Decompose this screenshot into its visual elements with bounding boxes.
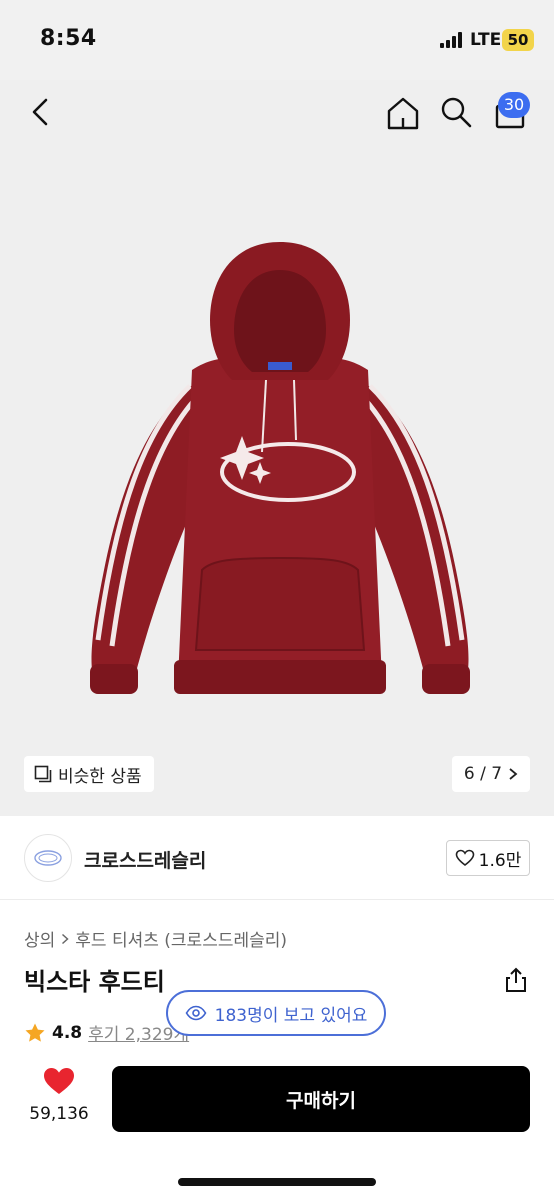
- rating-row: 4.8 후기 2,329개: [24, 1020, 189, 1045]
- brand-logo[interactable]: [24, 834, 72, 882]
- brand-name[interactable]: 크로스드레슬리: [84, 846, 206, 873]
- status-time: 8:54: [40, 26, 97, 51]
- brand-row[interactable]: 크로스드레슬리 1.6만: [0, 816, 554, 900]
- breadcrumb: 상의 후드 티셔츠 (크로스드레슬리): [24, 926, 287, 951]
- similar-products-label: 비슷한 상품: [58, 766, 142, 787]
- gallery-page-indicator[interactable]: 6 / 7: [452, 756, 530, 792]
- status-bar: 8:54 LTE 50: [0, 0, 554, 80]
- home-indicator: [178, 1178, 376, 1186]
- product-image: [90, 242, 470, 694]
- rating-value: 4.8: [52, 1022, 83, 1043]
- breadcrumb-category[interactable]: 상의: [24, 926, 55, 951]
- brand-logo-mark: [34, 850, 62, 866]
- cellular-signal-icon: [440, 32, 462, 48]
- breadcrumb-subcategory[interactable]: 후드 티셔츠 (크로스드레슬리): [75, 926, 287, 951]
- cart-count-badge: 30: [498, 92, 530, 118]
- home-icon[interactable]: [384, 94, 422, 132]
- star-icon: [25, 1023, 45, 1042]
- buy-button[interactable]: 구매하기: [112, 1066, 530, 1132]
- live-viewers-badge: 183명이 보고 있어요: [166, 990, 386, 1036]
- product-title: 빅스타 후드티: [24, 968, 165, 996]
- heart-filled-icon: [44, 1068, 74, 1094]
- back-icon[interactable]: [24, 94, 60, 130]
- battery-indicator: 50: [502, 29, 534, 51]
- chevron-right-icon: [509, 768, 518, 780]
- heart-outline-icon: [455, 849, 474, 867]
- live-viewers-text: 183명이 보고 있어요: [214, 1005, 368, 1026]
- search-icon[interactable]: [438, 94, 474, 130]
- eye-icon: [185, 1005, 207, 1021]
- similar-products-button[interactable]: 비슷한 상품: [24, 756, 154, 792]
- brand-like-button[interactable]: 1.6만: [446, 840, 530, 876]
- wishlist-button[interactable]: 59,136: [24, 1066, 94, 1124]
- page-indicator-text: 6 / 7: [463, 764, 503, 784]
- chevron-right-icon: [62, 933, 69, 944]
- brand-like-count: 1.6만: [478, 850, 522, 871]
- share-icon[interactable]: [502, 966, 530, 994]
- copy-icon: [34, 765, 52, 783]
- product-gallery[interactable]: 30 비슷한 상품 6 / 7: [0, 80, 554, 816]
- wishlist-count: 59,136: [29, 1104, 89, 1124]
- network-type: LTE: [470, 30, 502, 50]
